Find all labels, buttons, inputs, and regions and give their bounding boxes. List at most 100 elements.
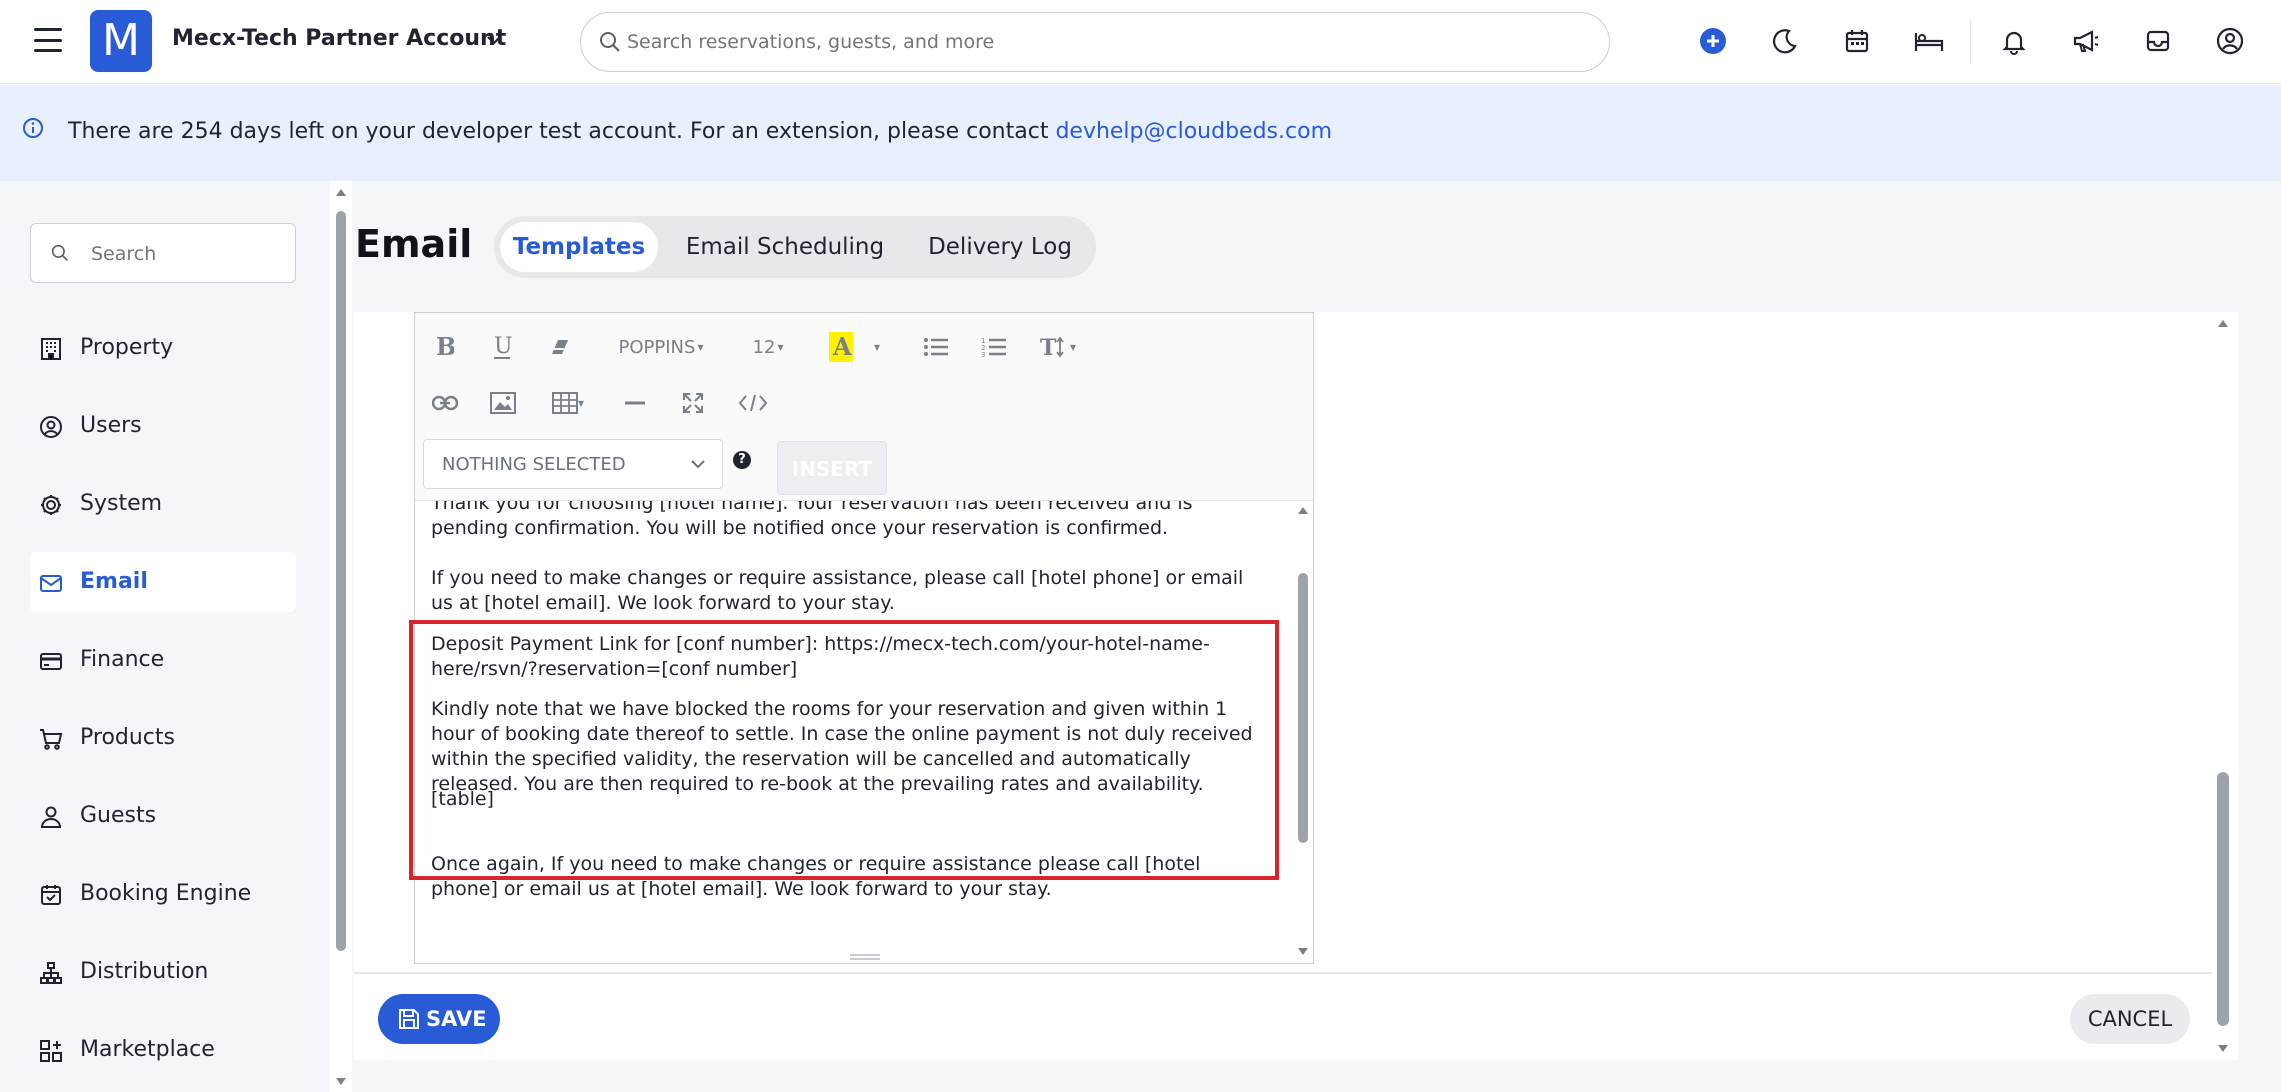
font-color-icon: A: [829, 332, 853, 362]
variable-select[interactable]: NOTHING SELECTED: [423, 439, 723, 489]
sidebar-item-booking-engine[interactable]: Booking Engine: [30, 864, 296, 924]
closing-paragraph: Once again, If you need to make changes …: [431, 853, 1201, 900]
sidebar-item-property[interactable]: Property: [30, 318, 296, 378]
bullet-list-button[interactable]: [919, 329, 953, 365]
horizontal-rule-button[interactable]: [619, 385, 651, 421]
profile-icon[interactable]: [2213, 24, 2247, 58]
page-scrollbar[interactable]: [2208, 312, 2238, 1060]
tab-delivery-log[interactable]: Delivery Log: [912, 222, 1088, 272]
link-button[interactable]: [429, 385, 461, 421]
sidebar-item-label: Property: [80, 335, 174, 360]
trial-banner: There are 254 days left on your develope…: [0, 85, 2281, 181]
search-icon: [600, 32, 620, 52]
scroll-up-icon[interactable]: [1297, 505, 1309, 515]
table-dropdown[interactable]: ▾: [545, 385, 591, 421]
building-icon: [41, 338, 61, 360]
bold-icon: B: [436, 335, 454, 359]
calendar-icon[interactable]: [1840, 24, 1874, 58]
sidebar-search-input[interactable]: [91, 236, 281, 272]
floppy-disk-icon: [399, 1009, 419, 1029]
hierarchy-icon: [40, 962, 62, 984]
help-icon[interactable]: ?: [733, 451, 751, 469]
caret-down-icon: ▾: [1069, 340, 1077, 354]
sidebar: Property Users System Email Finance Prod…: [0, 181, 330, 1092]
sidebar-item-label: Email: [80, 569, 148, 594]
page-scroll-thumb[interactable]: [2217, 772, 2229, 1026]
sidebar-item-label: Products: [80, 725, 175, 750]
text-color-dropdown[interactable]: ▾: [867, 329, 887, 365]
info-icon: [23, 118, 43, 138]
editor-scroll-thumb[interactable]: [1298, 573, 1308, 843]
menu-icon[interactable]: [34, 28, 62, 52]
sidebar-item-label: Marketplace: [80, 1037, 215, 1062]
add-icon[interactable]: [1696, 24, 1730, 58]
logo[interactable]: M: [90, 10, 152, 72]
scroll-down-icon[interactable]: [335, 1077, 347, 1087]
global-search-input[interactable]: [627, 23, 1587, 61]
sidebar-item-distribution[interactable]: Distribution: [30, 942, 296, 1002]
expand-icon: [683, 393, 703, 413]
fullscreen-button[interactable]: [677, 385, 709, 421]
sidebar-item-marketplace[interactable]: Marketplace: [30, 1020, 296, 1080]
cancel-button[interactable]: CANCEL: [2070, 994, 2190, 1044]
sidebar-scroll-thumb[interactable]: [336, 211, 346, 951]
envelope-icon: [40, 575, 62, 592]
underline-button[interactable]: U: [487, 329, 517, 365]
chevron-down-icon[interactable]: [484, 30, 504, 50]
underline-icon: U: [494, 334, 512, 359]
person-icon: [40, 806, 62, 828]
tab-bar: Templates Email Scheduling Delivery Log: [494, 216, 1096, 278]
editor-body[interactable]: Thank you for choosing [hotel name]. You…: [415, 501, 1313, 963]
account-name[interactable]: Mecx-Tech Partner Account: [172, 26, 506, 51]
resize-handle-icon[interactable]: [848, 953, 882, 961]
table-placeholder: [table]: [431, 788, 494, 810]
sidebar-search[interactable]: [30, 223, 296, 283]
email-paragraph: Thank you for choosing [hotel name]. You…: [431, 501, 1193, 539]
numbered-list-button[interactable]: 123: [977, 329, 1011, 365]
save-button[interactable]: SAVE: [378, 994, 500, 1044]
image-button[interactable]: [487, 385, 519, 421]
bed-icon[interactable]: [1912, 24, 1946, 58]
email-paragraph: If you need to make changes or require a…: [431, 567, 1244, 614]
sidebar-item-guests[interactable]: Guests: [30, 786, 296, 846]
inbox-icon[interactable]: [2141, 24, 2175, 58]
support-email-link[interactable]: devhelp@cloudbeds.com: [1055, 119, 1332, 144]
tab-templates[interactable]: Templates: [500, 222, 658, 272]
bold-button[interactable]: B: [429, 329, 459, 365]
moon-icon[interactable]: [1768, 24, 1802, 58]
sidebar-item-products[interactable]: Products: [30, 708, 296, 768]
sidebar-item-label: System: [80, 491, 163, 516]
sidebar-item-finance[interactable]: Finance: [30, 630, 296, 690]
sidebar-item-system[interactable]: System: [30, 474, 296, 534]
megaphone-icon[interactable]: [2069, 24, 2103, 58]
font-family-dropdown[interactable]: POPPINS ▾: [613, 329, 709, 365]
svg-text:T: T: [1040, 335, 1057, 359]
code-view-button[interactable]: [735, 385, 771, 421]
line-height-dropdown[interactable]: T ▾: [1035, 329, 1081, 365]
eraser-icon: [552, 340, 568, 354]
sidebar-scrollbar[interactable]: [330, 181, 352, 1092]
sidebar-item-users[interactable]: Users: [30, 396, 296, 456]
scroll-up-icon[interactable]: [335, 187, 347, 197]
tab-email-scheduling[interactable]: Email Scheduling: [670, 222, 900, 272]
global-search[interactable]: [580, 12, 1610, 72]
table-icon: [551, 392, 578, 414]
font-size-dropdown[interactable]: 12 ▾: [747, 329, 789, 365]
scroll-down-icon[interactable]: [2217, 1044, 2229, 1054]
caret-down-icon: ▾: [697, 340, 704, 354]
numbered-list-icon: 123: [981, 337, 1006, 358]
bullet-list-icon: [924, 338, 948, 356]
scroll-up-icon[interactable]: [2217, 318, 2229, 328]
caret-down-icon: ▾: [777, 340, 784, 354]
scroll-down-icon[interactable]: [1297, 947, 1309, 957]
editor-scrollbar[interactable]: [1293, 501, 1313, 963]
text-color-button[interactable]: A: [823, 329, 859, 365]
sidebar-item-email[interactable]: Email: [30, 552, 296, 612]
gear-icon: [41, 495, 61, 515]
policy-paragraph: Kindly note that we have blocked the roo…: [431, 698, 1253, 795]
clear-format-button[interactable]: [545, 329, 575, 365]
cart-icon: [40, 729, 63, 750]
bell-icon[interactable]: [1997, 24, 2031, 58]
rich-text-editor: B U POPPINS ▾ 12 ▾ A ▾ 123 T ▾ ▾ NOTHING…: [414, 312, 1314, 964]
insert-button[interactable]: INSERT: [777, 441, 887, 495]
